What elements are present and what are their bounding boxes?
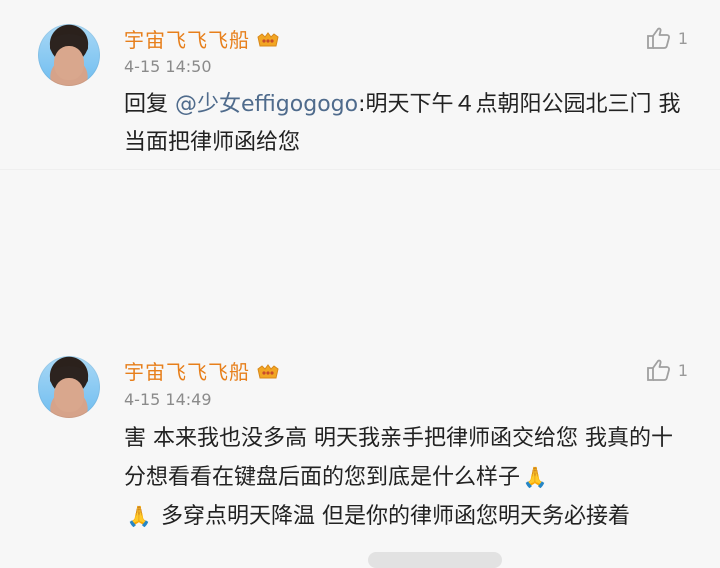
blurred-area [368,552,502,568]
author-name[interactable]: 宇宙飞飞飞船 [124,28,280,52]
comment-time: 4-15 14:49 [124,390,212,409]
avatar[interactable] [38,24,100,86]
thumb-up-icon [646,26,672,50]
comment-body: 害 本来我也没多高 明天我亲手把律师函交给您 我真的十分想看看在键盘后面的您到底… [124,426,673,490]
avatar-face [54,378,84,412]
like-count: 1 [677,28,688,48]
crown-icon [256,363,280,381]
crown-icon [256,31,280,49]
author-name-text: 宇宙飞飞飞船 [124,360,250,384]
praying-hands-icon: 🙏 [126,504,152,528]
comment-item-1: 宇宙飞飞飞船 4-15 14:50 1 回复 @少女effigogogo:明天下… [0,0,720,170]
reply-prefix: 回复 [124,92,175,117]
author-name[interactable]: 宇宙飞飞飞船 [124,360,280,384]
praying-hands-icon: 🙏 [522,465,548,489]
author-name-text: 宇宙飞飞飞船 [124,28,250,52]
like-button[interactable]: 1 [646,358,688,382]
avatar-face [54,46,84,80]
like-count: 1 [677,360,688,380]
mention-link[interactable]: @少女effigogogo [175,92,358,117]
comment-body-continued: 多穿点明天降温 但是你的律师函您明天务必接着 [154,504,630,529]
like-button[interactable]: 1 [646,26,688,50]
comment-text: 回复 @少女effigogogo:明天下午４点朝阳公园北三门 我当面把律师函给您 [124,86,684,162]
comment-item-2: 宇宙飞飞飞船 4-15 14:49 1 害 本来我也没多高 明天我亲手把律师函交… [0,170,720,568]
avatar[interactable] [38,356,100,418]
thumb-up-icon [646,358,672,382]
comment-text: 害 本来我也没多高 明天我亲手把律师函交给您 我真的十分想看看在键盘后面的您到底… [124,420,684,536]
comment-time: 4-15 14:50 [124,57,212,76]
